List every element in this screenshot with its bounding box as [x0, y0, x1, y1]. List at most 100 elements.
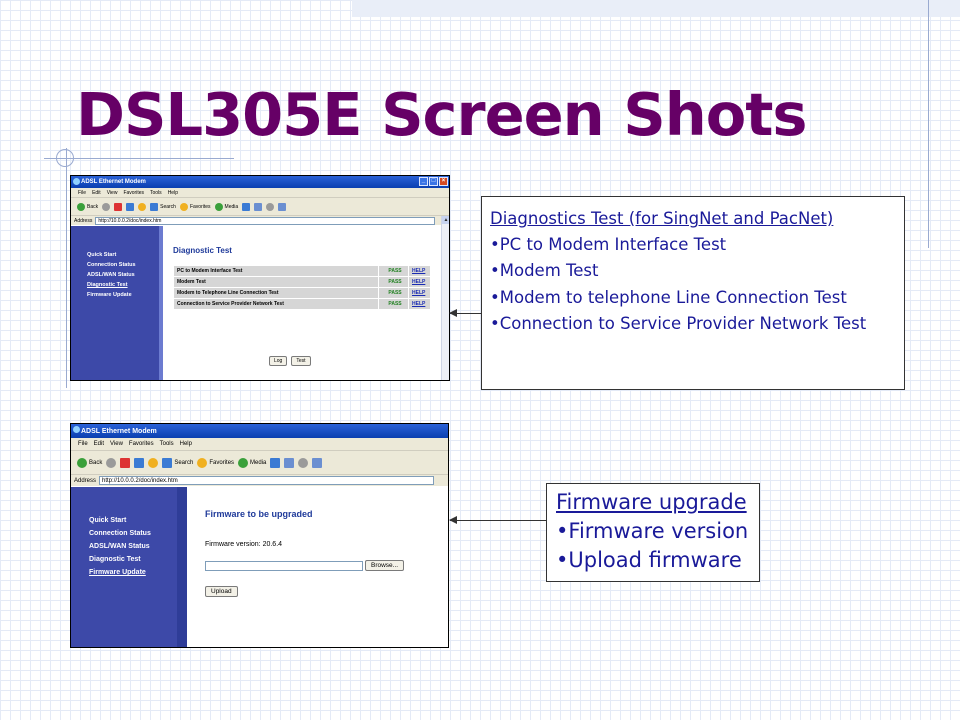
nav-diagnostic-test[interactable]: Diagnostic Test — [87, 282, 159, 288]
search-button[interactable]: Search — [150, 202, 176, 211]
callout-arrow — [449, 516, 546, 524]
help-link[interactable]: HELP — [408, 287, 431, 299]
test-name: Connection to Service Provider Network T… — [173, 298, 379, 310]
home-icon[interactable] — [148, 457, 159, 468]
test-result: PASS — [378, 287, 409, 299]
forward-arrow-icon[interactable] — [102, 202, 111, 211]
back-button[interactable]: Back — [77, 457, 102, 468]
nav-firmware-update[interactable]: Firmware Update — [87, 292, 159, 298]
nav-connection-status[interactable]: Connection Status — [89, 530, 177, 537]
window-title: ADSL Ethernet Modem — [81, 427, 157, 435]
refresh-icon[interactable] — [126, 202, 135, 211]
table-row: Modem to Telephone Line Connection Test … — [173, 287, 431, 299]
test-button[interactable]: Test — [291, 356, 311, 366]
main-panel: Diagnostic Test PC to Modem Interface Te… — [159, 226, 449, 380]
page-title: Diagnostic Test — [173, 246, 232, 255]
menu-edit[interactable]: Edit — [92, 190, 101, 196]
test-result: PASS — [378, 298, 409, 310]
star-icon — [197, 457, 208, 468]
browser-toolbar: Back Search Favorites Media — [71, 197, 449, 215]
mail-icon[interactable] — [254, 202, 263, 211]
close-icon[interactable]: × — [439, 177, 448, 186]
stop-icon[interactable] — [114, 202, 123, 211]
nav-diagnostic-test[interactable]: Diagnostic Test — [89, 556, 177, 563]
decor-vertical-line-left — [66, 148, 67, 388]
test-name: PC to Modem Interface Test — [173, 265, 379, 277]
vertical-scrollbar[interactable]: ▲ — [441, 216, 449, 380]
nav-quick-start[interactable]: Quick Start — [87, 252, 159, 258]
callout-item: Upload firmware — [556, 546, 750, 575]
help-link[interactable]: HELP — [408, 298, 431, 310]
nav-connection-status[interactable]: Connection Status — [87, 262, 159, 268]
favorites-button[interactable]: Favorites — [179, 202, 211, 211]
print-icon[interactable] — [266, 202, 275, 211]
decor-top-band — [352, 0, 960, 17]
back-arrow-icon — [77, 457, 87, 468]
menu-favorites[interactable]: Favorites — [123, 190, 144, 196]
menu-favorites[interactable]: Favorites — [129, 441, 154, 447]
window-titlebar: ADSL Ethernet Modem _ □ × — [71, 176, 449, 188]
stop-icon[interactable] — [120, 457, 131, 468]
edit-icon[interactable] — [278, 202, 287, 211]
menu-file[interactable]: File — [78, 190, 86, 196]
menu-help[interactable]: Help — [168, 190, 178, 196]
test-result: PASS — [378, 265, 409, 277]
media-button[interactable]: Media — [214, 202, 238, 211]
test-name: Modem Test — [173, 276, 379, 288]
callout-arrow — [449, 309, 481, 317]
menu-view[interactable]: View — [107, 190, 118, 196]
help-link[interactable]: HELP — [408, 265, 431, 277]
page-title: Firmware to be upgraded — [205, 509, 313, 519]
scroll-up-icon[interactable]: ▲ — [442, 216, 449, 224]
decor-circle — [56, 149, 74, 167]
upload-button[interactable]: Upload — [205, 586, 238, 597]
address-input[interactable]: http://10.0.0.2/doc/index.htm — [95, 216, 435, 225]
media-button[interactable]: Media — [238, 457, 266, 468]
callout-heading: Diagnostics Test (for SingNet and PacNet… — [490, 209, 834, 228]
nav-firmware-update[interactable]: Firmware Update — [89, 569, 177, 576]
address-label: Address — [74, 477, 97, 484]
log-button[interactable]: Log — [269, 356, 288, 366]
main-panel: Firmware to be upgraded Firmware version… — [187, 487, 448, 647]
maximize-icon[interactable]: □ — [429, 177, 438, 186]
firmware-file-input[interactable] — [205, 560, 363, 571]
history-icon[interactable] — [270, 457, 281, 468]
history-icon[interactable] — [242, 202, 251, 211]
address-input[interactable]: http://10.0.0.2/doc/index.htm — [99, 476, 434, 485]
back-button[interactable]: Back — [77, 202, 98, 211]
address-bar: Address http://10.0.0.2/doc/index.htm — [71, 474, 448, 486]
menu-edit[interactable]: Edit — [94, 441, 104, 447]
help-link[interactable]: HELP — [408, 276, 431, 288]
firmware-version-text: Firmware version: 20.6.4 — [205, 541, 283, 548]
address-label: Address — [74, 217, 93, 224]
home-icon[interactable] — [138, 202, 147, 211]
favorites-button[interactable]: Favorites — [197, 457, 234, 468]
window-titlebar: ADSL Ethernet Modem — [71, 424, 448, 438]
table-row: Connection to Service Provider Network T… — [173, 298, 431, 310]
mail-icon[interactable] — [284, 457, 295, 468]
nav-edge — [177, 487, 187, 647]
sidebar-nav: Quick Start Connection Status ADSL/WAN S… — [71, 226, 163, 380]
nav-adsl-wan-status[interactable]: ADSL/WAN Status — [89, 543, 177, 550]
minimize-icon[interactable]: _ — [419, 177, 428, 186]
slide-title: DSL305E Screen Shots — [76, 80, 808, 149]
menu-help[interactable]: Help — [180, 441, 192, 447]
nav-adsl-wan-status[interactable]: ADSL/WAN Status — [87, 272, 159, 278]
decor-vertical-line-right — [928, 0, 929, 248]
search-button[interactable]: Search — [162, 457, 193, 468]
ie-logo-icon — [73, 426, 80, 433]
nav-quick-start[interactable]: Quick Start — [89, 517, 177, 524]
browse-button[interactable]: Browse... — [365, 560, 405, 571]
menu-bar: File Edit View Favorites Tools Help — [71, 438, 448, 450]
menu-file[interactable]: File — [78, 441, 88, 447]
edit-icon[interactable] — [312, 457, 323, 468]
menu-view[interactable]: View — [110, 441, 123, 447]
refresh-icon[interactable] — [134, 457, 145, 468]
forward-arrow-icon[interactable] — [106, 457, 117, 468]
sidebar-nav: Quick Start Connection Status ADSL/WAN S… — [71, 487, 187, 647]
menu-tools[interactable]: Tools — [150, 190, 162, 196]
menu-tools[interactable]: Tools — [160, 441, 174, 447]
print-icon[interactable] — [298, 457, 309, 468]
search-icon — [150, 202, 159, 211]
callout-item: PC to Modem Interface Test — [490, 232, 896, 258]
